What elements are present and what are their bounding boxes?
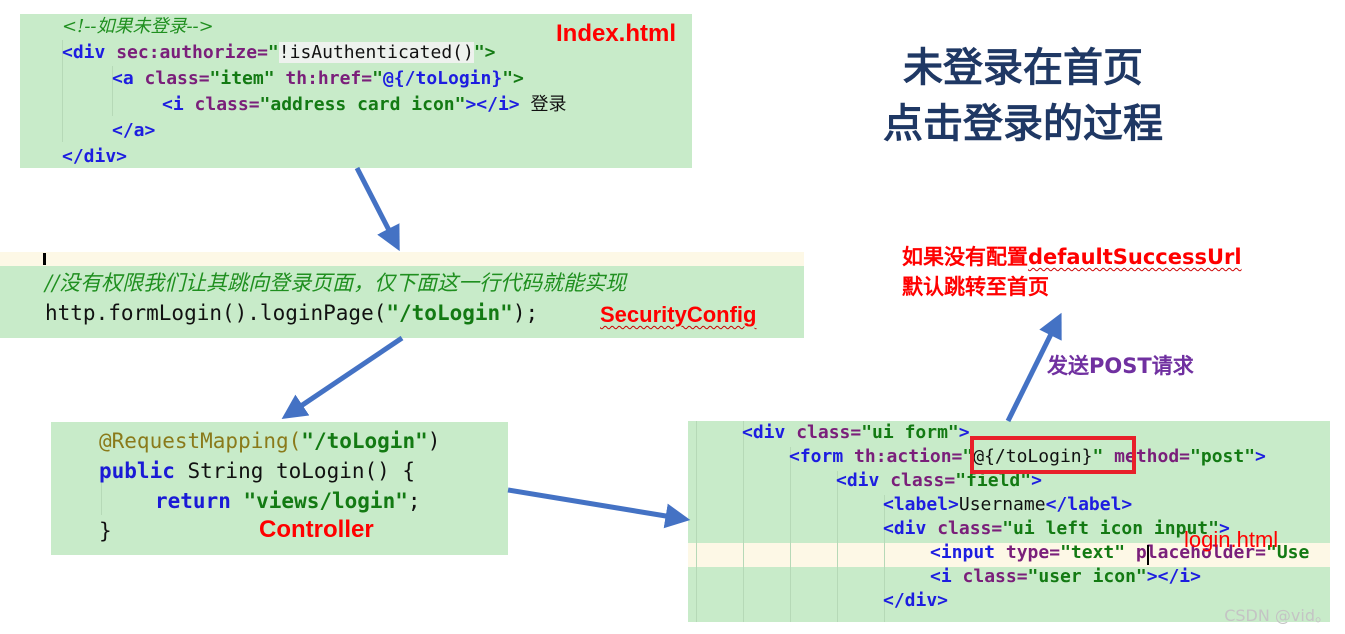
arrow-security-to-controller bbox=[281, 335, 404, 419]
watermark: CSDN @vid。 bbox=[1224, 606, 1331, 625]
flow-arrows bbox=[281, 166, 1062, 529]
arrow-login-post-request bbox=[1005, 312, 1062, 423]
arrow-index-to-security bbox=[354, 166, 400, 252]
arrow-controller-to-login bbox=[507, 487, 691, 529]
